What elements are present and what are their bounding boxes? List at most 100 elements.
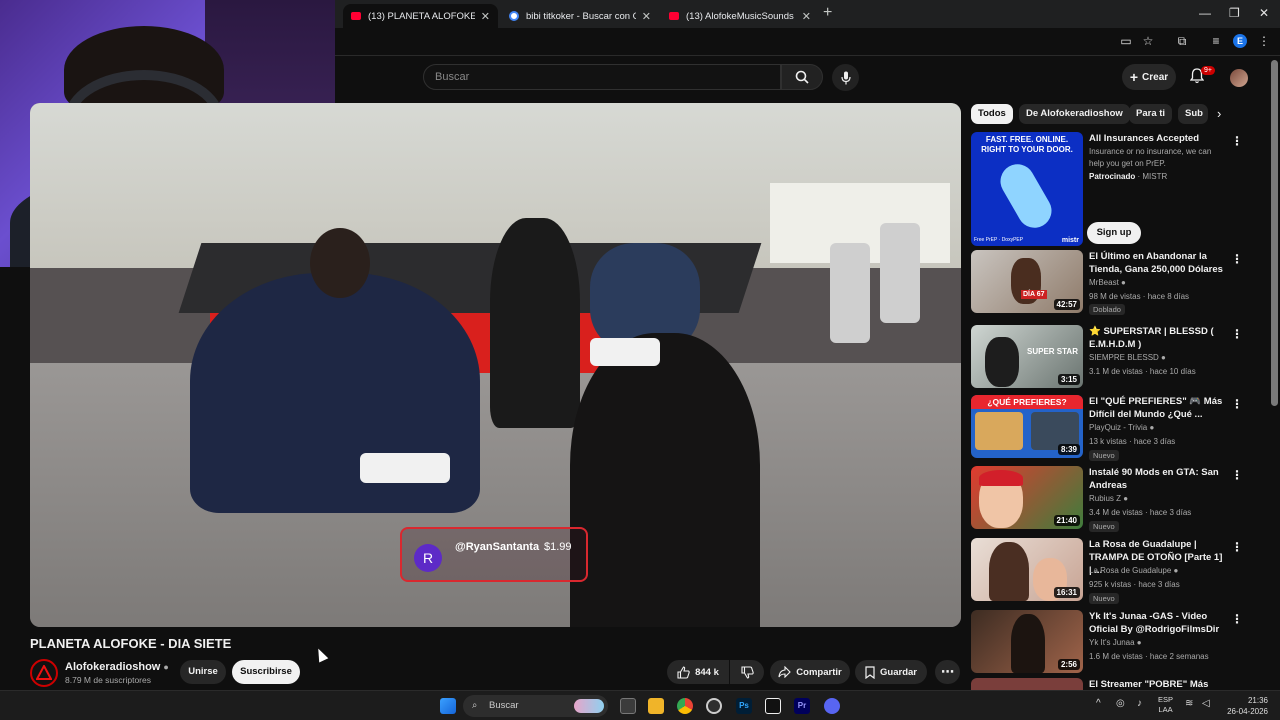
- channel-name[interactable]: Alofokeradioshow ●: [65, 661, 169, 673]
- close-icon[interactable]: ✕: [481, 10, 490, 23]
- video-thumbnail[interactable]: ¿QUÉ PREFIERES? 8:39: [971, 395, 1083, 458]
- more-vertical-icon[interactable]: ⋮: [1231, 134, 1243, 148]
- dislike-button[interactable]: [730, 660, 764, 684]
- ad-thumbnail[interactable]: FAST. FREE. ONLINE. RIGHT TO YOUR DOOR. …: [971, 132, 1083, 246]
- file-explorer-icon[interactable]: [648, 698, 664, 714]
- taskbar-clock[interactable]: 21:36 26-04-2026: [1218, 695, 1268, 717]
- chip-todos[interactable]: Todos: [971, 104, 1013, 124]
- channel-name[interactable]: Yk It's Junaa ●: [1089, 638, 1142, 647]
- minimize-icon[interactable]: —: [1199, 6, 1211, 20]
- list-item[interactable]: SUPER STAR 3:15 ⭐ SUPERSTAR | BLESSD ( E…: [971, 325, 1261, 391]
- video-title-link[interactable]: El Último en Abandonar la Tienda, Gana 2…: [1089, 250, 1225, 276]
- video-scene-stool: [360, 453, 450, 483]
- bookmark-star-icon[interactable]: ☆: [1141, 34, 1155, 48]
- video-title-link[interactable]: Yk It's Junaa -GAS - Video Oficial By @R…: [1089, 610, 1225, 636]
- list-item[interactable]: 21:40 Instalé 90 Mods en GTA: San Andrea…: [971, 466, 1261, 532]
- new-tab-icon[interactable]: +: [823, 4, 832, 22]
- discord-icon[interactable]: [824, 698, 840, 714]
- list-item[interactable]: 16:31 La Rosa de Guadalupe | TRAMPA DE O…: [971, 538, 1261, 604]
- video-scene-stool: [880, 223, 920, 323]
- photoshop-icon[interactable]: Ps: [736, 698, 752, 714]
- video-thumbnail[interactable]: 2:56: [971, 610, 1083, 673]
- taskbar-search-input[interactable]: ⌕ Buscar: [463, 695, 608, 717]
- chip-sub[interactable]: Sub: [1178, 104, 1208, 124]
- video-thumbnail[interactable]: SUPER STAR 3:15: [971, 325, 1083, 388]
- account-avatar[interactable]: [1230, 69, 1248, 87]
- share-button[interactable]: Compartir: [770, 660, 850, 684]
- video-player[interactable]: R @RyanSantanta $1.99: [30, 103, 961, 627]
- sign-up-button[interactable]: Sign up: [1087, 222, 1141, 244]
- language-indicator[interactable]: ESP LAA: [1158, 695, 1173, 715]
- video-thumbnail[interactable]: 21:40: [971, 466, 1083, 529]
- wifi-icon[interactable]: ≋: [1185, 698, 1193, 709]
- sponsored-ad[interactable]: FAST. FREE. ONLINE. RIGHT TO YOUR DOOR. …: [971, 132, 1261, 248]
- tray-app-icon[interactable]: ◎: [1116, 698, 1125, 709]
- chevron-up-icon[interactable]: ^: [1096, 698, 1101, 709]
- page-scrollbar[interactable]: [1271, 60, 1278, 406]
- more-actions-button[interactable]: ⋯: [935, 660, 960, 684]
- join-button[interactable]: Unirse: [180, 660, 226, 684]
- more-vertical-icon[interactable]: ⋮: [1231, 397, 1243, 411]
- create-button[interactable]: + Crear: [1122, 64, 1176, 90]
- obs-icon[interactable]: [706, 698, 722, 714]
- search-input[interactable]: Buscar: [423, 64, 781, 90]
- voice-search-button[interactable]: [832, 64, 859, 91]
- chip-de-alofokeradioshow[interactable]: De Alofokeradioshow: [1019, 104, 1130, 124]
- list-item[interactable]: El Streamer "POBRE" Más: [971, 678, 1261, 690]
- window-close-icon[interactable]: ✕: [1259, 6, 1269, 20]
- list-item[interactable]: 2:56 Yk It's Junaa -GAS - Video Oficial …: [971, 610, 1261, 676]
- language-code: ESP: [1158, 695, 1174, 704]
- browser-tab-3[interactable]: (13) AlofokeMusicSounds - You ✕: [661, 4, 819, 28]
- video-title-link[interactable]: El Streamer "POBRE" Más: [1089, 678, 1225, 690]
- channel-name[interactable]: MrBeast ●: [1089, 278, 1126, 287]
- search-button[interactable]: [781, 64, 823, 90]
- video-thumbnail[interactable]: 16:31: [971, 538, 1083, 601]
- volume-icon[interactable]: ◁: [1202, 698, 1210, 709]
- menu-icon[interactable]: ⋮: [1257, 34, 1271, 48]
- more-vertical-icon[interactable]: ⋮: [1231, 252, 1243, 266]
- like-count: 844 k: [695, 666, 719, 678]
- like-button[interactable]: 844 k: [667, 660, 729, 684]
- video-thumbnail[interactable]: DÍA 67 42:57: [971, 250, 1083, 313]
- list-item[interactable]: DÍA 67 42:57 El Último en Abandonar la T…: [971, 250, 1261, 316]
- list-item[interactable]: ¿QUÉ PREFIERES? 8:39 El "QUÉ PREFIERES" …: [971, 395, 1261, 461]
- microphone-icon[interactable]: ♪: [1137, 698, 1142, 709]
- maximize-icon[interactable]: ❐: [1229, 6, 1240, 20]
- subscribe-button[interactable]: Suscribirse: [232, 660, 300, 684]
- chevron-right-icon[interactable]: ›: [1217, 106, 1221, 121]
- reading-list-icon[interactable]: ≡: [1209, 34, 1223, 48]
- video-thumbnail[interactable]: [971, 678, 1083, 690]
- channel-name[interactable]: La Rosa de Guadalupe ●: [1089, 566, 1178, 575]
- channel-name[interactable]: SIEMPRE BLESSD ●: [1089, 353, 1166, 362]
- more-vertical-icon[interactable]: ⋮: [1231, 468, 1243, 482]
- premiere-icon[interactable]: Pr: [794, 698, 810, 714]
- browser-tab-2[interactable]: bibi titkoker - Buscar con Goog ✕: [501, 4, 659, 28]
- close-icon[interactable]: ✕: [642, 10, 651, 23]
- profile-icon[interactable]: E: [1233, 34, 1247, 48]
- video-title-link[interactable]: Instalé 90 Mods en GTA: San Andreas: [1089, 466, 1225, 492]
- close-icon[interactable]: ✕: [802, 10, 811, 23]
- video-title-link[interactable]: El "QUÉ PREFIERES" 🎮 Más Difícil del Mun…: [1089, 395, 1225, 421]
- browser-tab-1[interactable]: (13) PLANETA ALOFOKE - DIA S ✕: [343, 4, 498, 28]
- task-view-icon[interactable]: [620, 698, 636, 714]
- more-vertical-icon[interactable]: ⋮: [1231, 612, 1243, 626]
- save-button[interactable]: Guardar: [855, 660, 927, 684]
- thumb-text: ¿QUÉ PREFIERES?: [971, 395, 1083, 409]
- video-meta: 3.1 M de vistas · hace 10 días: [1089, 367, 1196, 376]
- windows-start-icon[interactable]: [440, 698, 456, 714]
- browser-toolbar: ▭ ☆ ⧉ ≡ E ⋮: [335, 28, 1280, 56]
- thumb-person: [1011, 614, 1045, 673]
- ad-title[interactable]: All Insurances Accepted: [1089, 132, 1225, 145]
- chrome-icon[interactable]: [677, 698, 693, 714]
- cast-icon[interactable]: ▭: [1119, 34, 1133, 48]
- more-vertical-icon[interactable]: ⋮: [1231, 327, 1243, 341]
- extensions-icon[interactable]: ⧉: [1175, 34, 1189, 48]
- share-label: Compartir: [796, 666, 842, 678]
- more-vertical-icon[interactable]: ⋮: [1231, 540, 1243, 554]
- channel-name[interactable]: PlayQuiz - Trivia ●: [1089, 423, 1154, 432]
- video-title-link[interactable]: ⭐ SUPERSTAR | BLESSD ( E.M.H.D.M ): [1089, 325, 1225, 351]
- chip-para-ti[interactable]: Para ti: [1129, 104, 1173, 124]
- channel-avatar[interactable]: [30, 659, 58, 687]
- capcut-icon[interactable]: [765, 698, 781, 714]
- channel-name[interactable]: Rubius Z ●: [1089, 494, 1128, 503]
